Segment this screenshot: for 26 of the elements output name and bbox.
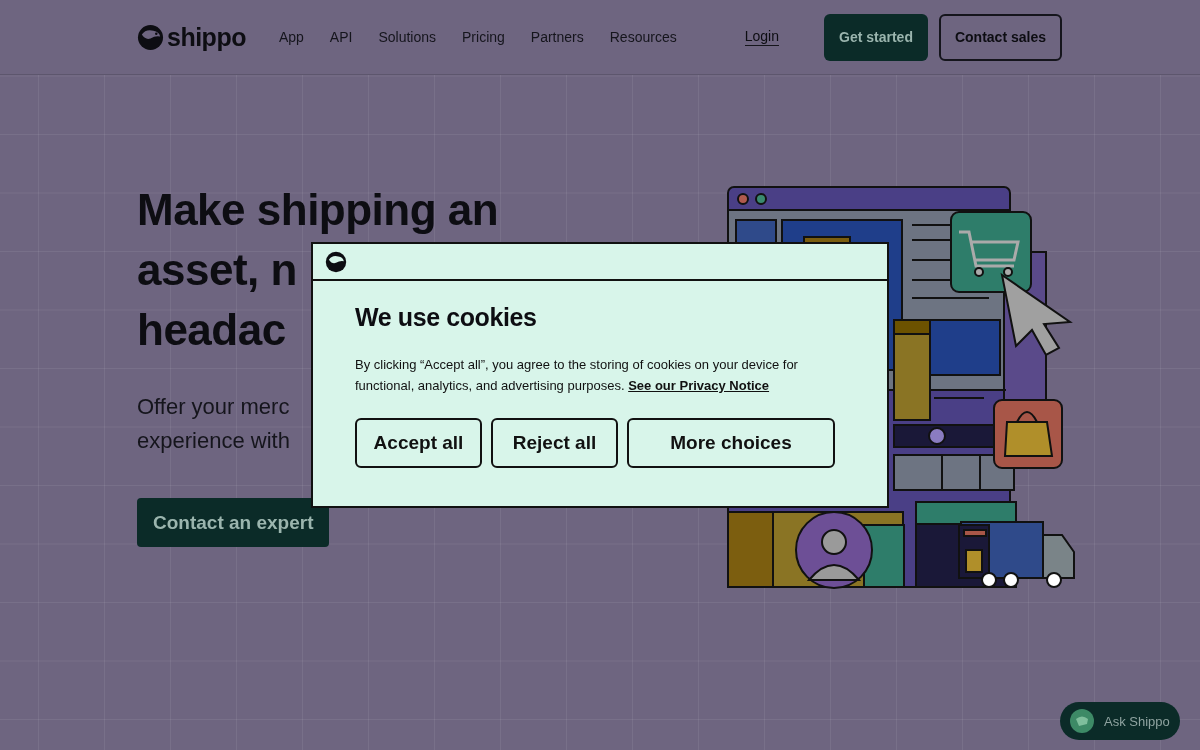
headline-text: asset, n — [137, 244, 297, 296]
contact-expert-button[interactable]: Contact an expert — [137, 498, 330, 547]
logo-text[interactable]: shippo — [167, 22, 246, 52]
nav-link[interactable]: Solutions — [378, 29, 437, 45]
chat-button[interactable]: Ask Shippo — [1060, 702, 1180, 740]
consent-button[interactable]: Accept all — [355, 418, 482, 468]
nav-link[interactable]: Pricing — [462, 29, 505, 45]
nav-link[interactable]: API — [329, 29, 353, 45]
login-link[interactable]: Login — [744, 28, 780, 46]
dialog-title: We use cookies — [355, 303, 538, 332]
nav-link[interactable]: Partners — [530, 29, 584, 45]
subtitle-text: Offer your merc — [137, 393, 290, 421]
nav-link[interactable]: App — [278, 29, 304, 45]
consent-button[interactable]: More choices — [627, 418, 835, 468]
contact-sales-button[interactable]: Contact sales — [938, 13, 1062, 61]
cookie-notice-text: By clicking “Accept all”, you agree to the storing of cookies on your device for functional, analytics, and advertising purposes. See our Privacy Notice — [355, 356, 799, 395]
headline-text: headac — [137, 304, 286, 356]
get-started-button[interactable]: Get started — [824, 13, 928, 61]
chat-bubble-icon — [1070, 709, 1094, 733]
headline-text: Make shipping an — [137, 184, 499, 236]
bear-logo-icon — [325, 250, 347, 273]
privacy-notice-link[interactable]: See our Privacy Notice — [628, 378, 770, 393]
subtitle-text: experience with — [137, 427, 290, 455]
consent-button[interactable]: Reject all — [491, 418, 618, 468]
nav-link[interactable]: Resources — [609, 29, 677, 45]
bear-logo-icon — [137, 23, 164, 51]
